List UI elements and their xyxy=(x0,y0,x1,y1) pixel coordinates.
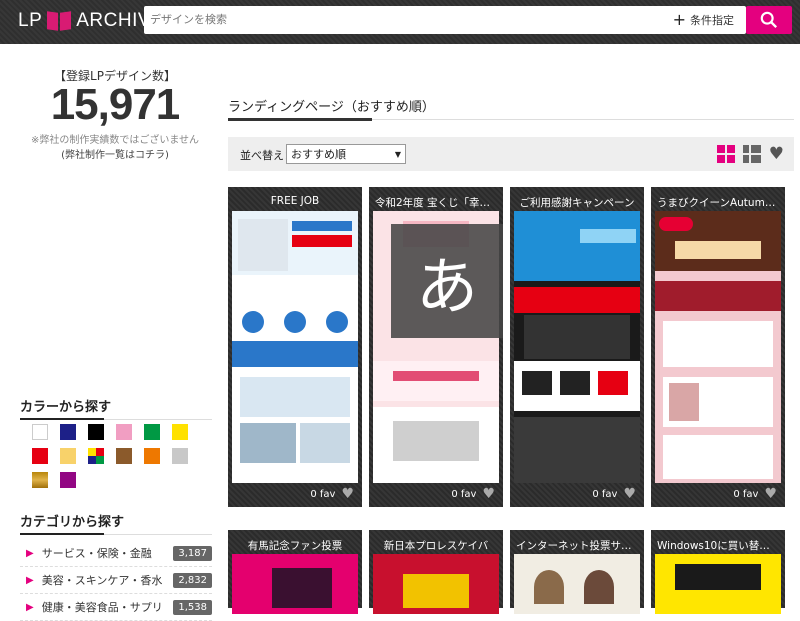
category-label: 美容・スキンケア・香水 xyxy=(41,574,163,587)
card-footer: 0 fav ♥ xyxy=(451,487,495,501)
book-icon xyxy=(47,12,71,30)
lp-card[interactable]: 新日本プロレスケイバ xyxy=(369,530,503,614)
category-count: 1,538 xyxy=(173,599,212,615)
site-logo[interactable]: LP ARCHIVE xyxy=(18,9,164,33)
card-thumbnail xyxy=(514,211,640,483)
color-section-title: カラーから探す xyxy=(20,396,212,420)
design-count: 15,971 xyxy=(50,80,181,129)
card-thumbnail xyxy=(232,554,358,614)
swatch-orange[interactable] xyxy=(144,448,160,464)
site-header: LP ARCHIVE + 条件指定 xyxy=(0,0,800,44)
card-thumbnail xyxy=(373,554,499,614)
fav-count: 0 fav xyxy=(310,488,336,500)
search-button[interactable] xyxy=(746,6,792,34)
fav-count: 0 fav xyxy=(733,488,759,500)
card-title: Windows10に買い替えをオススメ xyxy=(657,540,779,552)
search-box: + 条件指定 xyxy=(144,6,746,34)
lp-card[interactable]: ご利用感謝キャンペーン 0 fav ♥ xyxy=(510,187,644,507)
category-list: ▶ サービス・保険・金融 3,187 ▶ 美容・スキンケア・香水 2,832 ▶… xyxy=(20,540,212,621)
heart-icon[interactable]: ♥ xyxy=(764,487,777,501)
search-icon xyxy=(760,11,778,29)
swatch-green[interactable] xyxy=(144,424,160,440)
sort-value: おすすめ順 xyxy=(291,148,346,161)
fav-count: 0 fav xyxy=(592,488,618,500)
card-footer: 0 fav ♥ xyxy=(310,487,354,501)
list-view-icon[interactable] xyxy=(742,145,761,163)
favorites-heart-icon[interactable]: ♥ xyxy=(769,145,784,163)
swatch-brown[interactable] xyxy=(116,448,132,464)
card-thumbnail xyxy=(655,554,781,614)
count-note: ※弊社の制作実績数ではございません xyxy=(30,135,200,146)
grid-view-icon[interactable] xyxy=(716,145,735,163)
card-thumbnail xyxy=(655,211,781,483)
title-underline xyxy=(228,118,372,121)
category-item[interactable]: ▶ 美容・スキンケア・香水 2,832 xyxy=(20,567,212,594)
swatch-gray[interactable] xyxy=(172,448,188,464)
category-item[interactable]: ▶ サービス・保険・金融 3,187 xyxy=(20,540,212,567)
dropdown-arrow-icon: ▼ xyxy=(394,149,401,159)
lp-card[interactable]: 有馬記念ファン投票 xyxy=(228,530,362,614)
swatch-yellow[interactable] xyxy=(172,424,188,440)
heart-icon[interactable]: ♥ xyxy=(341,487,354,501)
ime-indicator: あ xyxy=(391,224,503,338)
category-label: 健康・美容食品・サプリ xyxy=(41,601,163,614)
color-swatches xyxy=(32,424,202,488)
chevron-right-icon: ▶ xyxy=(26,547,34,559)
logo-text-lp: LP xyxy=(18,10,43,31)
works-link[interactable]: (弊社制作一覧はコチラ) xyxy=(20,146,210,161)
plus-icon: + xyxy=(672,10,686,29)
chevron-right-icon: ▶ xyxy=(26,574,34,586)
card-title: ご利用感謝キャンペーン xyxy=(519,197,635,209)
swatch-beige[interactable] xyxy=(60,448,76,464)
fav-count: 0 fav xyxy=(451,488,477,500)
swatch-navy[interactable] xyxy=(60,424,76,440)
search-input[interactable] xyxy=(150,9,610,31)
category-count: 3,187 xyxy=(173,545,212,561)
sort-select[interactable]: おすすめ順 ▼ xyxy=(286,144,406,164)
category-section-title: カテゴリから探す xyxy=(20,511,212,535)
card-title: FREE JOB xyxy=(270,195,320,207)
swatch-multicolor[interactable] xyxy=(88,448,104,464)
heart-icon[interactable]: ♥ xyxy=(482,487,495,501)
card-thumbnail xyxy=(514,554,640,614)
swatch-white[interactable] xyxy=(32,424,48,440)
heart-icon[interactable]: ♥ xyxy=(623,487,636,501)
sort-bar: 並べ替え： おすすめ順 ▼ ♥ xyxy=(228,137,794,171)
card-footer: 0 fav ♥ xyxy=(733,487,777,501)
card-thumbnail xyxy=(232,211,358,483)
lp-card[interactable]: インターネット投票サービス xyxy=(510,530,644,614)
lp-card[interactable]: Windows10に買い替えをオススメ xyxy=(651,530,785,614)
lp-card[interactable]: FREE JOB 0 fav ♥ xyxy=(228,187,362,507)
condition-label: 条件指定 xyxy=(690,14,734,27)
swatch-red[interactable] xyxy=(32,448,48,464)
card-footer: 0 fav ♥ xyxy=(592,487,636,501)
swatch-black[interactable] xyxy=(88,424,104,440)
swatch-pink[interactable] xyxy=(116,424,132,440)
card-title: インターネット投票サービス xyxy=(516,540,638,552)
chevron-right-icon: ▶ xyxy=(26,601,34,613)
swatch-purple[interactable] xyxy=(60,472,76,488)
condition-button[interactable]: + 条件指定 xyxy=(673,12,734,28)
category-label: サービス・保険・金融 xyxy=(41,547,152,560)
category-count: 2,832 xyxy=(173,572,212,588)
page-title: ランディングページ（おすすめ順） xyxy=(228,100,435,115)
swatch-gold[interactable] xyxy=(32,472,48,488)
card-title: 有馬記念ファン投票 xyxy=(247,540,343,552)
card-title: うまびクイーンAutumn&Winter xyxy=(657,197,779,209)
card-title: 新日本プロレスケイバ xyxy=(383,540,489,552)
card-title: 令和2年度 宝くじ「幸運の女神」 xyxy=(375,197,497,209)
view-toggle: ♥ xyxy=(716,145,784,163)
lp-card[interactable]: うまびクイーンAutumn&Winter 0 fav ♥ xyxy=(651,187,785,507)
